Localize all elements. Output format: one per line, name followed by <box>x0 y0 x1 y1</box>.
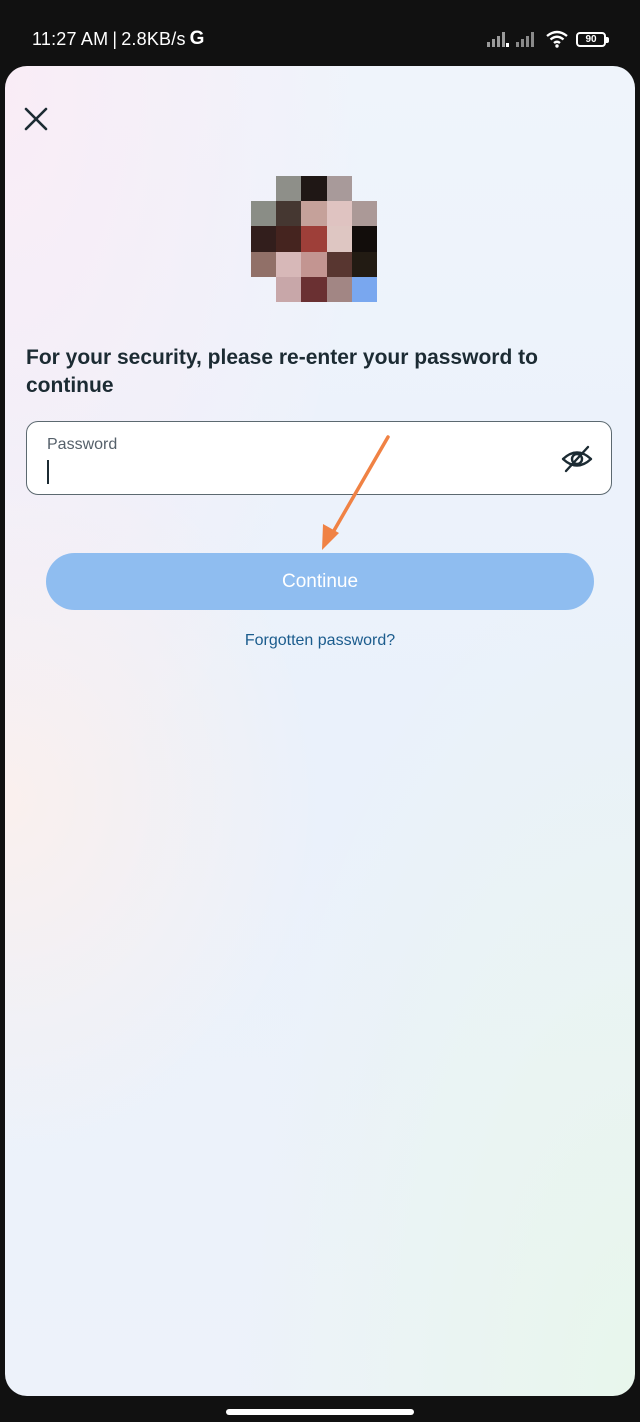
text-caret <box>47 460 49 484</box>
avatar-pixel <box>251 201 277 227</box>
google-icon: G <box>189 28 205 49</box>
avatar-pixel <box>326 276 352 302</box>
password-input[interactable] <box>46 458 546 484</box>
close-icon <box>24 107 48 131</box>
forgotten-password-link[interactable]: Forgotten password? <box>5 632 635 650</box>
battery-level: 90 <box>585 33 597 45</box>
signal-icon <box>516 32 534 47</box>
avatar-pixel <box>251 251 277 277</box>
avatar-pixel <box>276 276 302 302</box>
status-time: 11:27 AM <box>32 28 109 49</box>
screen: 11:27 AM | 2.8KB/s G 90 For your securit… <box>0 0 640 1422</box>
avatar-pixel <box>301 251 327 277</box>
continue-button[interactable]: Continue <box>46 553 594 610</box>
password-label: Password <box>47 436 118 453</box>
avatar-pixel <box>301 201 327 227</box>
avatar-pixel <box>251 277 276 302</box>
avatar-pixel <box>326 201 352 227</box>
avatar-pixel <box>276 226 302 252</box>
avatar-pixel <box>326 226 352 252</box>
avatar-pixel <box>251 176 276 201</box>
avatar-pixel <box>351 201 377 227</box>
signal-icon <box>487 32 509 47</box>
avatar-pixel <box>301 226 327 252</box>
status-bar: 11:27 AM | 2.8KB/s G 90 <box>0 0 640 66</box>
avatar-pixel <box>326 251 352 277</box>
avatar-pixel <box>276 201 302 227</box>
page-title: For your security, please re-enter your … <box>26 346 538 397</box>
avatar-pixel <box>351 226 377 252</box>
status-right: 90 <box>487 30 609 48</box>
eye-off-icon <box>561 445 593 473</box>
continue-label: Continue <box>281 570 359 592</box>
close-button[interactable] <box>21 104 51 134</box>
avatar-pixel <box>301 176 327 202</box>
avatar-pixel <box>301 276 327 302</box>
avatar <box>251 176 377 302</box>
battery-icon: 90 <box>576 31 609 47</box>
avatar-pixel <box>251 226 277 252</box>
avatar-pixel <box>326 176 352 202</box>
avatar-pixel <box>352 176 377 201</box>
status-separator: | <box>112 28 118 49</box>
home-indicator[interactable] <box>226 1409 414 1415</box>
show-password-toggle[interactable] <box>561 444 593 474</box>
avatar-pixel <box>276 176 302 202</box>
avatar-pixel <box>351 251 377 277</box>
reauth-sheet: For your security, please re-enter your … <box>5 66 635 1396</box>
status-left: 11:27 AM | 2.8KB/s G <box>32 28 205 50</box>
avatar-pixel <box>351 276 377 302</box>
status-network-speed: 2.8KB/s <box>121 28 186 49</box>
wifi-icon <box>546 30 568 48</box>
password-field[interactable]: Password <box>26 421 612 495</box>
avatar-pixel <box>276 251 302 277</box>
